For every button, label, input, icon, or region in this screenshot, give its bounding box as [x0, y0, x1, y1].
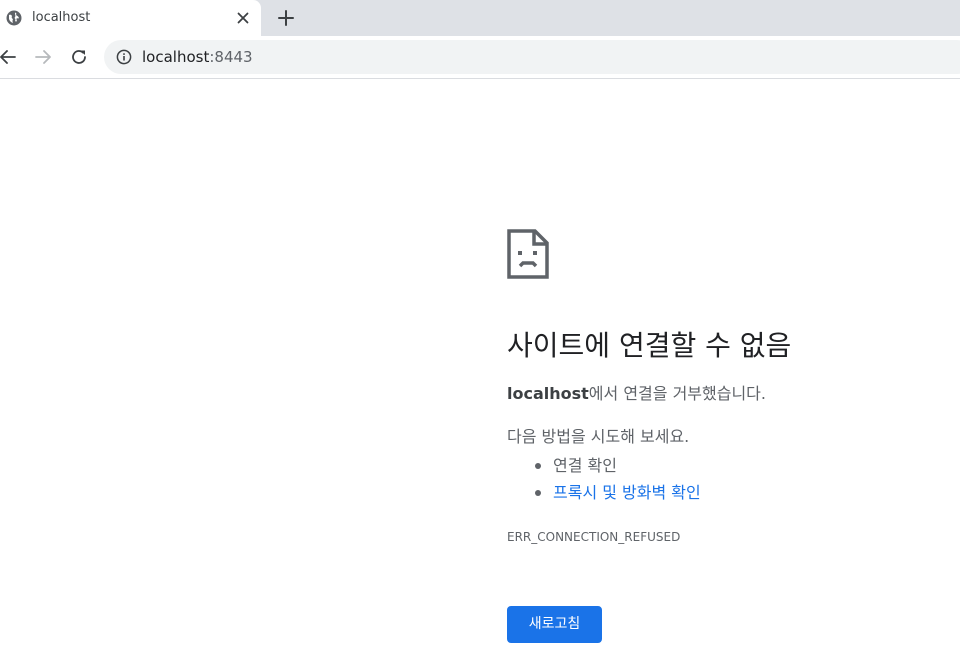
arrow-left-icon[interactable]: [0, 46, 19, 68]
globe-icon: [6, 10, 22, 26]
sad-document-icon: [507, 229, 549, 279]
tab-strip: localhost: [0, 0, 960, 36]
error-host: localhost: [507, 384, 589, 403]
list-item: 프록시 및 방화벽 확인: [507, 479, 701, 506]
url-port: :8443: [209, 48, 253, 66]
tab-title: localhost: [32, 10, 91, 25]
info-icon[interactable]: [116, 49, 132, 65]
suggestions-intro: 다음 방법을 시도해 보세요.: [507, 427, 690, 446]
list-item: 연결 확인: [507, 452, 701, 479]
error-code: ERR_CONNECTION_REFUSED: [507, 530, 681, 544]
close-icon[interactable]: [234, 9, 252, 27]
tab-localhost[interactable]: localhost: [0, 0, 261, 36]
suggestions-list: 연결 확인 프록시 및 방화벽 확인: [507, 452, 701, 506]
url-text: localhost:8443: [142, 48, 253, 66]
reload-button[interactable]: 새로고침: [507, 606, 602, 643]
error-description: localhost에서 연결을 거부했습니다.: [507, 383, 766, 405]
url-host: localhost: [142, 48, 210, 66]
arrow-right-icon[interactable]: [32, 46, 54, 68]
plus-icon[interactable]: [275, 7, 297, 29]
check-proxy-firewall-link[interactable]: 프록시 및 방화벽 확인: [553, 483, 701, 502]
reload-icon[interactable]: [68, 46, 90, 68]
browser-toolbar: localhost:8443: [0, 36, 960, 79]
page-title: 사이트에 연결할 수 없음: [507, 329, 792, 362]
address-bar[interactable]: localhost:8443: [104, 40, 960, 74]
error-message: 에서 연결을 거부했습니다.: [588, 384, 766, 403]
suggestion-check-connection: 연결 확인: [553, 456, 617, 475]
